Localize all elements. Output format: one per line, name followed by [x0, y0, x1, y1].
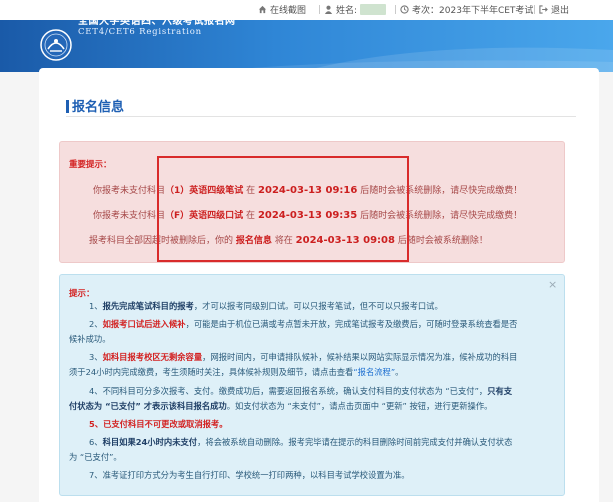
registration-process-link[interactable]: “报名流程”	[353, 367, 395, 377]
user-icon	[324, 5, 333, 14]
tip-text: ，可能是由于机位已满或考点暂未开放，完成笔试报考及缴费后，可随时登录系统查看是否	[185, 319, 518, 329]
divider: |	[394, 4, 398, 15]
alert-text: 你报考未支付科目	[93, 186, 166, 196]
title-divider	[66, 116, 576, 117]
page-title-text: 报名信息	[72, 100, 125, 115]
tips-close-button[interactable]: ×	[548, 278, 557, 291]
tip-text: ，网报时间内，可申请排队候补，候补结果以网站实际显示情况为准，候补成功的科目	[202, 352, 518, 362]
exam-session: | 考次：2023年下半年CET考试	[394, 3, 534, 17]
name-label: 姓名:	[336, 6, 358, 16]
tip-text: 。如支付状态为 “未支付”，请点击页面中 “更新” 按钮，进行更新操作。	[226, 401, 493, 411]
home-icon	[258, 5, 267, 14]
home-link-label: 在线截图	[270, 6, 307, 16]
tip-emphasis: 如科目报考校区无剩余容量	[102, 352, 203, 362]
tip-2-cont: 候补成功。	[69, 334, 111, 344]
tip-emphasis: 5、已支付科目不可更改或取消报考。	[89, 419, 228, 429]
clock-icon	[400, 5, 409, 14]
tip-7: 7、准考证打印方式分为考生自行打印、学校统一打印两种，以科目考试学校设置为准。	[89, 470, 410, 480]
tip-text: 4、不同科目可分多次报考、支付。缴费成功后，需要返回报名系统，确认支付科目的支付…	[89, 386, 488, 396]
tip-text: 1、	[89, 301, 103, 311]
title-accent-bar	[66, 100, 69, 113]
tip-emphasis: 只有支	[487, 386, 513, 396]
divider: |	[318, 4, 322, 15]
exam-session-label: 考次：2023年下半年CET考试	[412, 6, 534, 16]
user-name: | 姓名:	[318, 3, 387, 16]
highlight-rectangle	[157, 156, 409, 262]
divider: |	[533, 4, 537, 15]
tip-5: 5、已支付科目不可更改或取消报考。	[89, 418, 228, 430]
alert-text: 你报考未支付科目	[93, 211, 166, 221]
tip-text: 6、	[89, 437, 103, 447]
home-link[interactable]: 在线截图	[258, 3, 306, 16]
tip-6: 6、科目如果24小时内未支付，将会被系统自动删除。报考完毕请在提示的科目删除时间…	[89, 436, 512, 448]
tip-text: ，才可以报考同级别口试。可以只报考笔试，但不可以只报考口试。	[193, 301, 443, 311]
tip-text: ，将会被系统自动删除。报考完毕请在提示的科目删除时间前完成支付并确认支付状态	[197, 437, 513, 447]
site-title-cn: 全国大学英语四、六级考试报名网	[78, 16, 236, 27]
tip-text: 。	[395, 367, 404, 377]
tip-4-cont: 付状态为 “已支付” 才表示该科目报名成功。如支付状态为 “未支付”，请点击页面…	[69, 400, 492, 412]
tip-text: 须于24小时内完成缴费，考生须随时关注，具体候补规则及细节，请点击查看	[69, 367, 354, 377]
tip-6-cont: 为 “已支付”。	[69, 452, 122, 462]
logout-icon	[539, 5, 548, 14]
name-value	[360, 4, 387, 15]
tip-text: 3、	[89, 352, 103, 362]
tip-emphasis: 付状态为 “已支付” 才表示该科目报名成功	[69, 401, 227, 411]
tips-heading: 提示：	[69, 289, 95, 299]
alert-heading: 重要提示：	[69, 160, 112, 170]
cet-logo-icon	[40, 29, 72, 61]
logout-link-label: 退出	[551, 6, 570, 16]
tip-3: 3、如科目报考校区无剩余容量，网报时间内，可申请排队候补，候补结果以网站实际显示…	[89, 351, 517, 363]
alert-text: 后随时会被系统删除！	[397, 236, 488, 246]
tip-3-cont: 须于24小时内完成缴费，考生须随时关注，具体候补规则及细节，请点击查看“报名流程…	[69, 366, 403, 378]
tip-emphasis: 如报考口试后进入候补	[102, 319, 186, 329]
logout-link[interactable]: | 退出	[533, 3, 570, 17]
tip-2: 2、如报考口试后进入候补，可能是由于机位已满或考点暂未开放，完成笔试报考及缴费后…	[89, 318, 517, 330]
page-title: 报名信息	[66, 96, 124, 115]
tip-emphasis: 科目如果24小时内未支付	[102, 437, 198, 447]
tip-text: 2、	[89, 319, 103, 329]
site-title-en: CET4/CET6 Registration	[78, 27, 202, 37]
tip-1: 1、报先完成笔试科目的报考，才可以报考同级别口试。可以只报考笔试，但不可以只报考…	[89, 300, 443, 312]
tip-4: 4、不同科目可分多次报考、支付。缴费成功后，需要返回报名系统，确认支付科目的支付…	[89, 385, 512, 397]
tip-emphasis: 报先完成笔试科目的报考	[102, 301, 194, 311]
